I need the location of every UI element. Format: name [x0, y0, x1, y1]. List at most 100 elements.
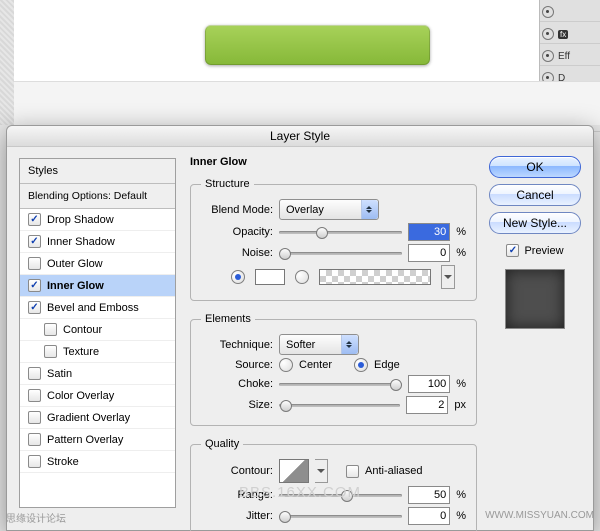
- source-label: Source:: [201, 359, 273, 371]
- style-label: Stroke: [47, 456, 79, 468]
- style-row-bevel-and-emboss[interactable]: Bevel and Emboss: [20, 297, 175, 319]
- cancel-button[interactable]: Cancel: [489, 184, 581, 206]
- green-button-sample: [205, 25, 430, 65]
- choke-input[interactable]: 100: [408, 375, 450, 393]
- style-label: Color Overlay: [47, 390, 114, 402]
- range-input[interactable]: 50: [408, 486, 450, 504]
- section-title: Inner Glow: [190, 156, 477, 168]
- style-row-color-overlay[interactable]: Color Overlay: [20, 385, 175, 407]
- noise-label: Noise:: [201, 247, 273, 259]
- gradient-dropdown-icon[interactable]: [441, 265, 455, 289]
- ok-button[interactable]: OK: [489, 156, 581, 178]
- style-label: Outer Glow: [47, 258, 103, 270]
- style-checkbox[interactable]: [28, 367, 41, 380]
- glow-gradient-radio[interactable]: [295, 270, 309, 284]
- technique-label: Technique:: [201, 339, 273, 351]
- layers-panel: fx Eff D I B: [539, 0, 600, 125]
- choke-unit: %: [456, 378, 466, 390]
- choke-label: Choke:: [201, 378, 273, 390]
- style-row-stroke[interactable]: Stroke: [20, 451, 175, 473]
- style-checkbox[interactable]: [44, 323, 57, 336]
- chevron-updown-icon: [361, 200, 378, 219]
- style-label: Inner Glow: [47, 280, 104, 292]
- style-label: Pattern Overlay: [47, 434, 123, 446]
- glow-color-radio[interactable]: [231, 270, 245, 284]
- layer-style-dialog: Layer Style Styles Blending Options: Def…: [6, 125, 594, 531]
- noise-input[interactable]: 0: [408, 244, 450, 262]
- choke-slider[interactable]: [279, 377, 402, 391]
- style-label: Inner Shadow: [47, 236, 115, 248]
- style-checkbox[interactable]: [44, 345, 57, 358]
- style-checkbox[interactable]: [28, 213, 41, 226]
- style-checkbox[interactable]: [28, 301, 41, 314]
- styles-header[interactable]: Styles: [20, 159, 175, 184]
- source-center-radio[interactable]: [279, 358, 293, 372]
- style-row-texture[interactable]: Texture: [20, 341, 175, 363]
- noise-slider[interactable]: [279, 246, 402, 260]
- structure-group: Structure Blend Mode: Overlay Opacity: 3…: [190, 178, 477, 301]
- dialog-title: Layer Style: [7, 126, 593, 147]
- blend-mode-label: Blend Mode:: [201, 204, 273, 216]
- style-label: Drop Shadow: [47, 214, 114, 226]
- jitter-slider[interactable]: [279, 509, 402, 523]
- style-label: Bevel and Emboss: [47, 302, 139, 314]
- jitter-input[interactable]: 0: [408, 507, 450, 525]
- anti-aliased-checkbox[interactable]: [346, 465, 359, 478]
- style-row-inner-shadow[interactable]: Inner Shadow: [20, 231, 175, 253]
- opacity-input[interactable]: 30: [408, 223, 450, 241]
- size-input[interactable]: 2: [406, 396, 448, 414]
- opacity-unit: %: [456, 226, 466, 238]
- style-label: Contour: [63, 324, 102, 336]
- size-unit: px: [454, 399, 466, 411]
- blend-mode-select[interactable]: Overlay: [279, 199, 379, 220]
- size-slider[interactable]: [279, 398, 400, 412]
- source-edge-label: Edge: [374, 359, 400, 371]
- quality-group: Quality Contour: Anti-aliased Range: 50 …: [190, 438, 477, 531]
- style-checkbox[interactable]: [28, 257, 41, 270]
- contour-dropdown-icon[interactable]: [315, 459, 328, 483]
- elements-legend: Elements: [201, 313, 255, 325]
- styles-panel: Styles Blending Options: Default Drop Sh…: [19, 158, 176, 508]
- style-row-drop-shadow[interactable]: Drop Shadow: [20, 209, 175, 231]
- style-checkbox[interactable]: [28, 389, 41, 402]
- chevron-updown-icon: [341, 335, 358, 354]
- style-label: Gradient Overlay: [47, 412, 130, 424]
- preview-swatch: [505, 269, 565, 329]
- structure-legend: Structure: [201, 178, 254, 190]
- glow-color-swatch[interactable]: [255, 269, 285, 285]
- contour-label: Contour:: [201, 465, 273, 477]
- jitter-label: Jitter:: [201, 510, 273, 522]
- source-center-label: Center: [299, 359, 332, 371]
- style-row-inner-glow[interactable]: Inner Glow: [20, 275, 175, 297]
- contour-swatch[interactable]: [279, 459, 309, 483]
- opacity-label: Opacity:: [201, 226, 273, 238]
- style-checkbox[interactable]: [28, 279, 41, 292]
- style-checkbox[interactable]: [28, 411, 41, 424]
- opacity-slider[interactable]: [279, 225, 402, 239]
- style-row-outer-glow[interactable]: Outer Glow: [20, 253, 175, 275]
- preview-checkbox[interactable]: [506, 244, 519, 257]
- source-edge-radio[interactable]: [354, 358, 368, 372]
- anti-aliased-label: Anti-aliased: [365, 465, 422, 477]
- style-label: Texture: [63, 346, 99, 358]
- glow-gradient-swatch[interactable]: [319, 269, 431, 285]
- new-style-button[interactable]: New Style...: [489, 212, 581, 234]
- preview-label: Preview: [524, 245, 563, 257]
- elements-group: Elements Technique: Softer Source: Cente…: [190, 313, 477, 426]
- jitter-unit: %: [456, 510, 466, 522]
- style-label: Satin: [47, 368, 72, 380]
- blending-options-row[interactable]: Blending Options: Default: [20, 184, 175, 209]
- quality-legend: Quality: [201, 438, 243, 450]
- style-checkbox[interactable]: [28, 433, 41, 446]
- style-checkbox[interactable]: [28, 455, 41, 468]
- size-label: Size:: [201, 399, 273, 411]
- style-checkbox[interactable]: [28, 235, 41, 248]
- range-label: Range:: [201, 489, 273, 501]
- style-row-pattern-overlay[interactable]: Pattern Overlay: [20, 429, 175, 451]
- noise-unit: %: [456, 247, 466, 259]
- style-row-satin[interactable]: Satin: [20, 363, 175, 385]
- style-row-gradient-overlay[interactable]: Gradient Overlay: [20, 407, 175, 429]
- style-row-contour[interactable]: Contour: [20, 319, 175, 341]
- technique-select[interactable]: Softer: [279, 334, 359, 355]
- range-slider[interactable]: [279, 488, 402, 502]
